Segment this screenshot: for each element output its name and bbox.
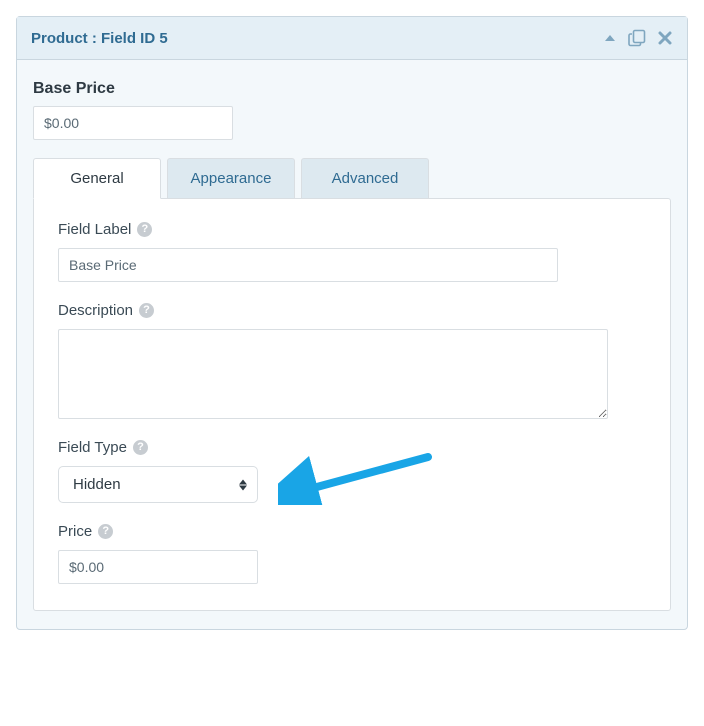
field-type-label: Field Type xyxy=(58,439,127,456)
panel-header: Product : Field ID 5 xyxy=(17,17,687,60)
price-input[interactable] xyxy=(58,550,258,584)
help-icon[interactable]: ? xyxy=(98,524,113,539)
preview-price-input[interactable] xyxy=(33,106,233,140)
panel-body: Base Price General Appearance Advanced F… xyxy=(17,60,687,629)
tab-advanced[interactable]: Advanced xyxy=(301,158,429,198)
help-icon[interactable]: ? xyxy=(133,440,148,455)
close-icon[interactable] xyxy=(657,30,673,46)
price-label: Price xyxy=(58,523,92,540)
panel-title: Product : Field ID 5 xyxy=(31,30,168,47)
annotation-arrow-icon xyxy=(278,449,438,505)
tab-content-general: Field Label ? Description ? xyxy=(33,198,671,611)
help-icon[interactable]: ? xyxy=(137,222,152,237)
description-textarea[interactable] xyxy=(58,329,608,419)
collapse-icon[interactable] xyxy=(603,32,617,44)
help-icon[interactable]: ? xyxy=(139,303,154,318)
tab-general[interactable]: General xyxy=(33,158,161,199)
field-label-label: Field Label xyxy=(58,221,131,238)
duplicate-icon[interactable] xyxy=(627,29,647,47)
field-type-select-wrap: Hidden xyxy=(58,466,258,503)
field-settings-panel: Product : Field ID 5 xyxy=(16,16,688,630)
preview-label: Base Price xyxy=(33,80,671,98)
field-type-select[interactable]: Hidden xyxy=(59,467,257,502)
tab-appearance[interactable]: Appearance xyxy=(167,158,295,198)
field-label-input[interactable] xyxy=(58,248,558,282)
panel-header-icons xyxy=(603,29,673,47)
description-label: Description xyxy=(58,302,133,319)
tab-bar: General Appearance Advanced xyxy=(33,158,671,198)
